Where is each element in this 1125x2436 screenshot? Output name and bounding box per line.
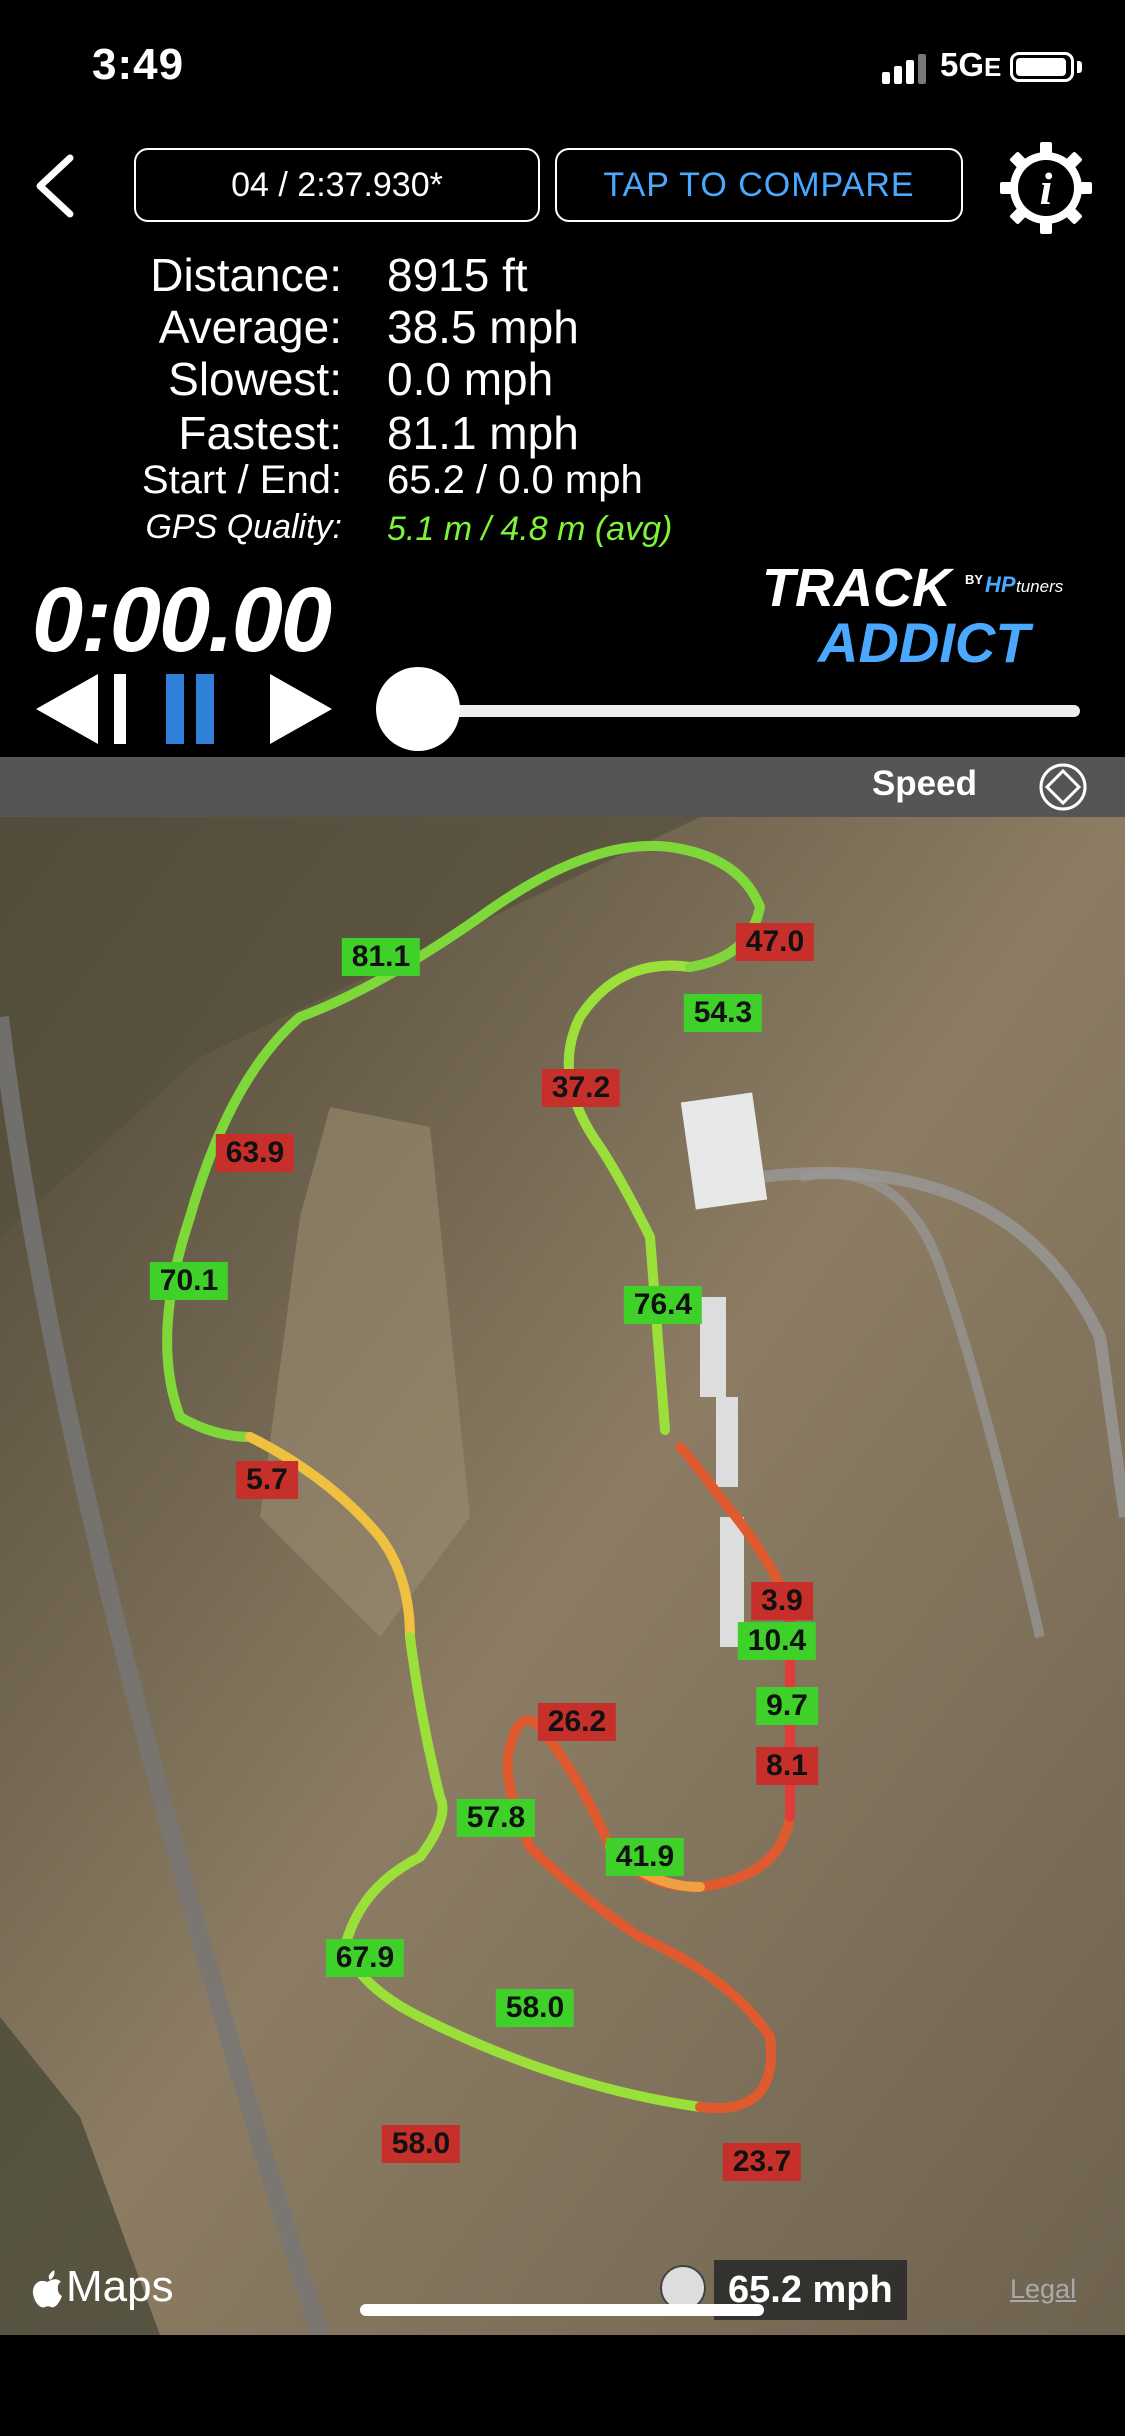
lap-timer: 0:00.00 xyxy=(32,569,332,671)
speed-tag: 58.0 xyxy=(381,2125,461,2163)
legal-link[interactable]: Legal xyxy=(1010,2274,1076,2305)
fastest-label: Fastest: xyxy=(178,407,342,459)
home-indicator[interactable] xyxy=(360,2304,764,2316)
speed-tag: 67.9 xyxy=(325,1939,405,1977)
svg-text:BY: BY xyxy=(965,572,983,587)
speed-tag: 26.2 xyxy=(537,1703,617,1741)
average-label: Average: xyxy=(158,301,342,353)
speed-tag: 5.7 xyxy=(236,1461,298,1499)
slowest-value: 0.0 mph xyxy=(387,353,554,405)
startend-label: Start / End: xyxy=(141,458,342,502)
gps-quality-label: GPS Quality: xyxy=(145,508,342,546)
pause-icon[interactable] xyxy=(160,672,220,746)
trackaddict-logo: TRACK BY HP tuners ADDICT xyxy=(762,558,1064,668)
track-route xyxy=(162,840,795,2114)
lap-selector[interactable]: 04 / 2:37.930* xyxy=(134,148,540,222)
distance-label: Distance: xyxy=(150,249,342,301)
svg-text:HP: HP xyxy=(985,572,1016,597)
apple-logo-icon xyxy=(32,2270,62,2308)
speed-tag: 10.4 xyxy=(737,1622,817,1660)
speed-tag: 58.0 xyxy=(495,1989,575,2027)
speed-tag: 23.7 xyxy=(722,2143,802,2181)
metric-label[interactable]: Speed xyxy=(872,764,977,804)
fastest-value: 81.1 mph xyxy=(387,407,579,459)
speed-tag: 57.8 xyxy=(456,1799,536,1837)
startend-value: 65.2 / 0.0 mph xyxy=(387,458,643,502)
svg-text:i: i xyxy=(1040,163,1053,214)
speed-tag: 3.9 xyxy=(751,1582,813,1620)
speed-tag: 37.2 xyxy=(541,1069,621,1107)
back-chevron-icon[interactable] xyxy=(30,150,80,222)
cellular-signal-icon xyxy=(882,54,926,84)
gps-quality-value: 5.1 m / 4.8 m (avg) xyxy=(387,510,673,548)
step-back-icon[interactable] xyxy=(34,672,134,746)
speed-tag: 70.1 xyxy=(149,1262,229,1300)
speed-tag: 54.3 xyxy=(683,994,763,1032)
speed-tag: 63.9 xyxy=(215,1134,295,1172)
speed-tag: 81.1 xyxy=(341,938,421,976)
track-map[interactable]: 47.0 81.1 54.3 37.2 63.9 70.1 76.4 5.7 3.9 10.4 9.… xyxy=(0,817,1125,2335)
distance-value: 8915 ft xyxy=(387,249,528,301)
speed-tag: 8.1 xyxy=(756,1747,818,1785)
speed-tag: 76.4 xyxy=(623,1286,703,1324)
speed-tag: 47.0 xyxy=(735,923,815,961)
play-icon[interactable] xyxy=(266,672,338,746)
playback-slider-knob[interactable] xyxy=(376,667,460,751)
battery-icon xyxy=(1010,52,1074,82)
average-value: 38.5 mph xyxy=(387,301,579,353)
network-type: 5GE xyxy=(940,46,1002,83)
battery-cap xyxy=(1077,61,1082,73)
track-segment xyxy=(563,960,695,1435)
info-gear-icon[interactable]: i xyxy=(998,140,1094,236)
svg-text:tuners: tuners xyxy=(1016,577,1064,596)
metric-selector-icon[interactable] xyxy=(1038,762,1088,812)
svg-text:ADDICT: ADDICT xyxy=(816,611,1034,668)
speed-tag: 9.7 xyxy=(756,1687,818,1725)
playback-slider-track[interactable] xyxy=(418,705,1080,717)
status-time: 3:49 xyxy=(92,40,185,89)
compare-button[interactable]: TAP TO COMPARE xyxy=(555,148,963,222)
slowest-label: Slowest: xyxy=(168,353,342,405)
maps-attribution: Maps xyxy=(66,2262,174,2311)
svg-text:TRACK: TRACK xyxy=(762,558,955,618)
speed-tag: 41.9 xyxy=(605,1838,685,1876)
